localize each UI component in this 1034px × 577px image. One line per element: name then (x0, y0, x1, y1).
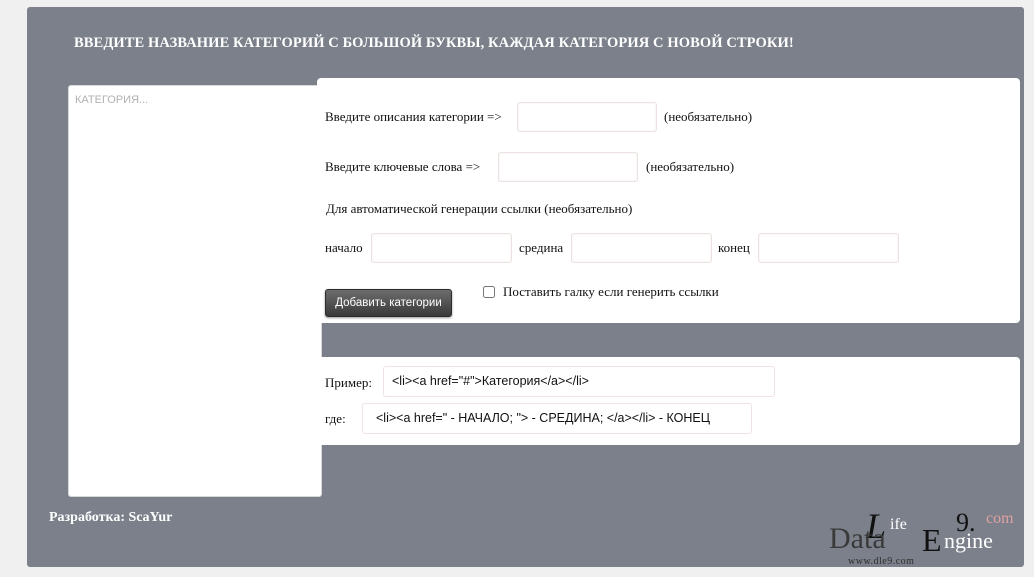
where-label: где: (325, 411, 346, 426)
example-box: Пример: <li><a href="#">Категория</a></l… (317, 357, 1020, 445)
example-label: Пример: (325, 375, 372, 390)
logo-ife: ife (890, 516, 907, 533)
where-code: <li><a href=" - НАЧАЛО; "> - СРЕДИНА; </… (362, 403, 752, 434)
keywords-input[interactable] (498, 152, 638, 182)
logo-e: E (922, 522, 942, 558)
end-label: конец (718, 240, 750, 255)
keywords-optional-note: (необязательно) (646, 159, 735, 174)
autogen-label: Для автоматической генерации ссылки (нео… (326, 201, 633, 216)
category-form: Введите описания категории => (необязате… (317, 78, 1020, 323)
logo-data: Data (829, 522, 886, 555)
description-input[interactable] (517, 102, 657, 132)
start-label: начало (325, 240, 363, 255)
generate-links-checkbox[interactable] (483, 286, 495, 298)
logo-ngine: ngine (944, 528, 993, 553)
logo-url: www.dle9.com (848, 556, 915, 567)
middle-input[interactable] (571, 233, 712, 263)
middle-label: средина (519, 240, 564, 255)
end-input[interactable] (758, 233, 899, 263)
dle-logo: L ife 9. com Data E ngine www.dle9.com (826, 505, 1026, 573)
developer-credit: Разработка: ScaYur (49, 510, 173, 525)
logo-com: com (986, 510, 1014, 527)
categories-textarea[interactable] (68, 85, 322, 497)
keywords-label: Введите ключевые слова => (325, 159, 481, 174)
start-input[interactable] (371, 233, 512, 263)
page-heading: ВВЕДИТЕ НАЗВАНИЕ КАТЕГОРИЙ С БОЛЬШОЙ БУК… (74, 35, 794, 51)
example-code: <li><a href="#">Категория</a></li> (383, 366, 775, 397)
description-label: Введите описания категории => (325, 109, 502, 124)
description-optional-note: (необязательно) (664, 109, 753, 124)
add-categories-button[interactable]: Добавить категории (325, 289, 452, 317)
generate-links-label: Поставить галку если генерить ссылки (503, 284, 719, 299)
